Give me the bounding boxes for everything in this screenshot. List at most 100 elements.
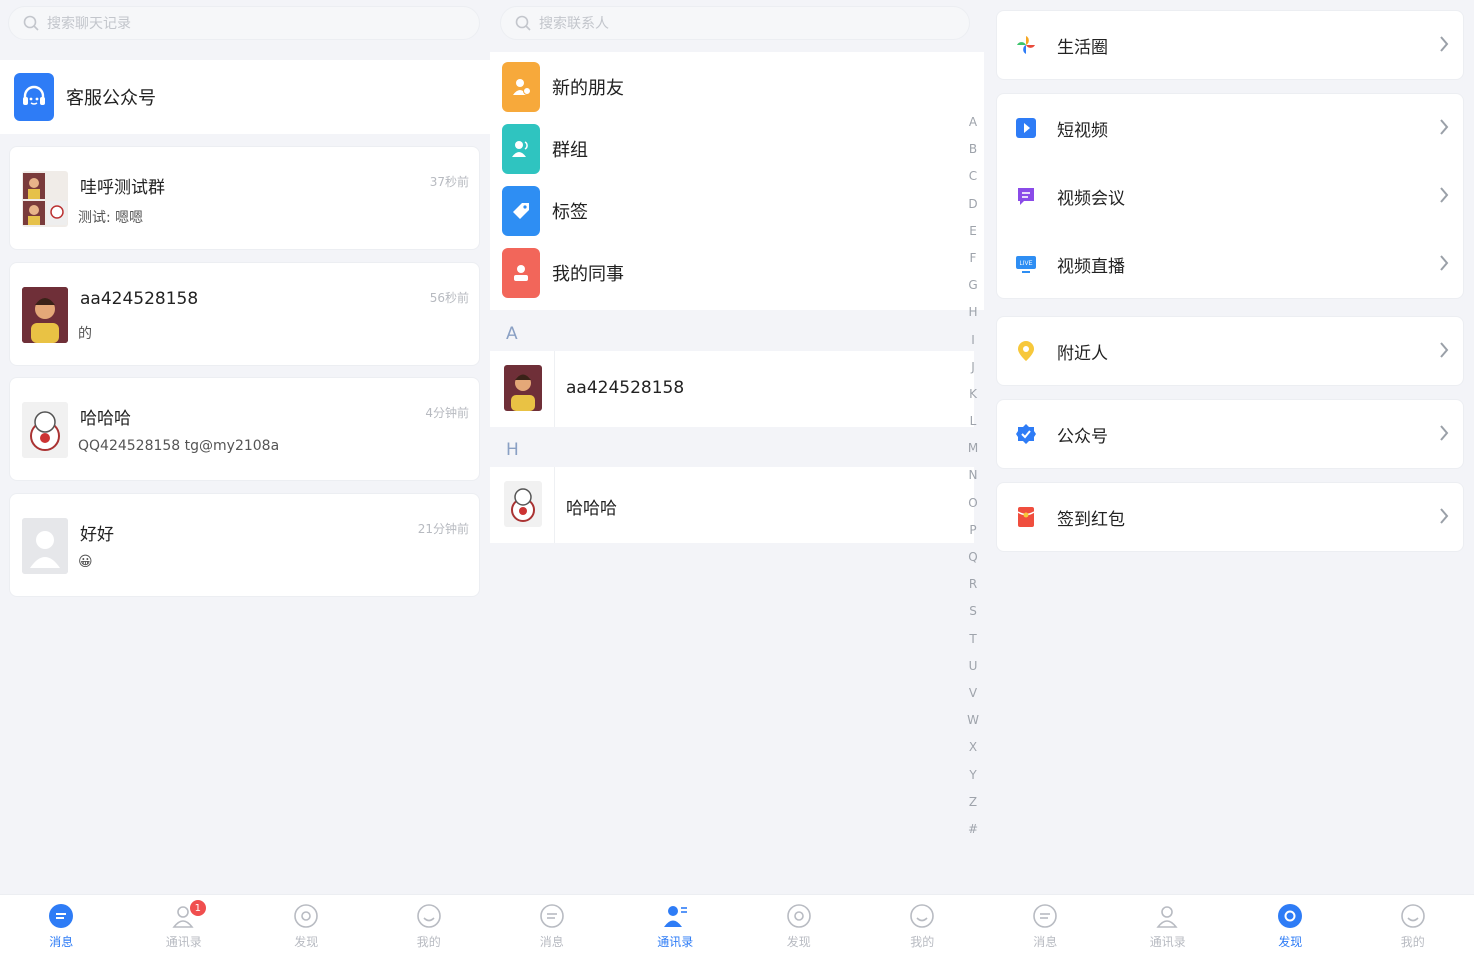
index-letter[interactable]: P (964, 520, 982, 547)
chat-name: aa424528158 (80, 289, 199, 309)
tab-label: 消息 (49, 935, 74, 949)
discover-icon (1278, 904, 1303, 928)
index-letter[interactable]: X (964, 737, 982, 764)
index-letter[interactable]: O (964, 493, 982, 520)
tab-discover[interactable]: 发现 (737, 895, 861, 960)
message-icon (539, 904, 564, 928)
lucky-cat-avatar (504, 481, 542, 527)
menu-card: 附近人 (996, 316, 1464, 386)
index-letter[interactable]: G (964, 275, 982, 302)
entry-label: 标签 (552, 202, 588, 223)
tab-discover[interactable]: 发现 (1229, 895, 1352, 960)
index-letter[interactable]: Y (964, 765, 982, 792)
menu-label: 短视频 (1057, 120, 1108, 141)
row-divider (554, 351, 555, 427)
person-avatar (22, 287, 68, 343)
index-letter[interactable]: T (964, 629, 982, 656)
index-letter[interactable]: S (964, 601, 982, 628)
tab-label: 我的 (1400, 935, 1425, 949)
index-letter[interactable]: K (964, 384, 982, 411)
menu-item-video-meeting[interactable]: 视频会议 (997, 162, 1463, 230)
index-letter[interactable]: D (964, 194, 982, 221)
service-account-row[interactable]: 客服公众号 (0, 60, 490, 134)
tab-messages[interactable]: 消息 (490, 895, 614, 960)
index-letter[interactable]: # (964, 819, 982, 846)
menu-item-check-in-red-packet[interactable]: 签到红包 (997, 483, 1463, 551)
contacts-panel: 搜索联系人 新的朋友 群组 标签 我的同事 A aa424528158 H 哈哈… (490, 0, 984, 960)
index-letter[interactable]: Q (964, 547, 982, 574)
index-letter[interactable]: B (964, 139, 982, 166)
messages-panel: 搜索聊天记录 客服公众号 哇呼测试群 测试: 嗯嗯 37秒前 aa4245281… (0, 0, 490, 960)
tab-contacts[interactable]: 通讯录 (1107, 895, 1230, 960)
tab-profile[interactable]: 我的 (861, 895, 985, 960)
entry-label: 新的朋友 (552, 78, 624, 99)
search-icon (515, 15, 531, 31)
index-letter[interactable]: V (964, 683, 982, 710)
menu-item-live-stream[interactable]: LIVE 视频直播 (997, 230, 1463, 298)
default-avatar (22, 518, 68, 574)
tab-messages[interactable]: 消息 (0, 895, 123, 960)
new-friends-entry[interactable]: 新的朋友 (502, 62, 624, 112)
index-letter[interactable]: A (964, 112, 982, 139)
tags-entry[interactable]: 标签 (502, 186, 588, 236)
pinwheel-icon (1015, 34, 1037, 56)
discover-panel: 生活圈 短视频 视频会议 LIVE 视频直播 附近人 公众号 签到红包 消息 通… (984, 0, 1474, 960)
index-letter[interactable]: M (964, 438, 982, 465)
tab-label: 通讯录 (657, 935, 694, 949)
index-letter[interactable]: C (964, 166, 982, 193)
chevron-right-icon (1440, 187, 1449, 203)
menu-item-life-circle[interactable]: 生活圈 (997, 11, 1463, 79)
index-letter[interactable]: L (964, 411, 982, 438)
location-icon (1015, 340, 1037, 362)
tab-discover[interactable]: 发现 (245, 895, 368, 960)
verified-icon (1015, 423, 1037, 445)
tab-contacts[interactable]: 通讯录 (614, 895, 738, 960)
chat-item[interactable]: 哇呼测试群 测试: 嗯嗯 37秒前 (9, 146, 480, 250)
tab-label: 消息 (1033, 935, 1058, 949)
play-icon (1015, 117, 1037, 139)
contact-name: 哈哈哈 (566, 499, 617, 519)
chat-preview: 的 (78, 326, 92, 342)
colleague-icon (502, 248, 540, 298)
menu-item-nearby[interactable]: 附近人 (997, 317, 1463, 385)
tab-label: 我的 (910, 935, 935, 949)
profile-icon (416, 904, 441, 928)
menu-item-short-video[interactable]: 短视频 (997, 94, 1463, 162)
menu-card: 公众号 (996, 399, 1464, 469)
menu-item-official-accounts[interactable]: 公众号 (997, 400, 1463, 468)
chat-item[interactable]: 好好 😀 21分钟前 (9, 493, 480, 597)
tab-label: 通讯录 (165, 935, 202, 949)
groups-entry[interactable]: 群组 (502, 124, 588, 174)
contact-search-input[interactable]: 搜索联系人 (500, 6, 970, 40)
chat-item[interactable]: aa424528158 的 56秒前 (9, 262, 480, 366)
tab-profile[interactable]: 我的 (1352, 895, 1474, 960)
index-letter[interactable]: N (964, 465, 982, 492)
colleagues-entry[interactable]: 我的同事 (502, 248, 624, 298)
chat-preview: QQ424528158 tg@my2108a (78, 438, 280, 454)
tab-messages[interactable]: 消息 (984, 895, 1107, 960)
index-letter[interactable]: E (964, 221, 982, 248)
contacts-icon (664, 906, 688, 927)
tab-contacts[interactable]: 1 通讯录 (123, 895, 246, 960)
index-letter[interactable]: H (964, 302, 982, 329)
contact-row[interactable]: 哈哈哈 (490, 467, 974, 543)
group-avatar (22, 171, 68, 227)
live-icon-text: LIVE (1019, 261, 1032, 267)
index-letter[interactable]: F (964, 248, 982, 275)
index-letter[interactable]: W (964, 710, 982, 737)
menu-card: 生活圈 (996, 10, 1464, 80)
chevron-right-icon (1440, 508, 1449, 524)
contact-row[interactable]: aa424528158 (490, 351, 974, 427)
index-letter[interactable]: R (964, 574, 982, 601)
index-letter[interactable]: J (964, 357, 982, 384)
lucky-cat-avatar (22, 402, 68, 458)
index-letter[interactable]: I (964, 330, 982, 357)
menu-label: 公众号 (1057, 426, 1108, 447)
tab-profile[interactable]: 我的 (368, 895, 491, 960)
alphabet-index[interactable]: A B C D E F G H I J K L M N O P Q R S T … (964, 112, 982, 846)
index-letter[interactable]: U (964, 656, 982, 683)
chat-preview: 测试: 嗯嗯 (78, 210, 144, 226)
chat-search-input[interactable]: 搜索聊天记录 (8, 6, 480, 40)
chat-item[interactable]: 哈哈哈 QQ424528158 tg@my2108a 4分钟前 (9, 377, 480, 481)
index-letter[interactable]: Z (964, 792, 982, 819)
